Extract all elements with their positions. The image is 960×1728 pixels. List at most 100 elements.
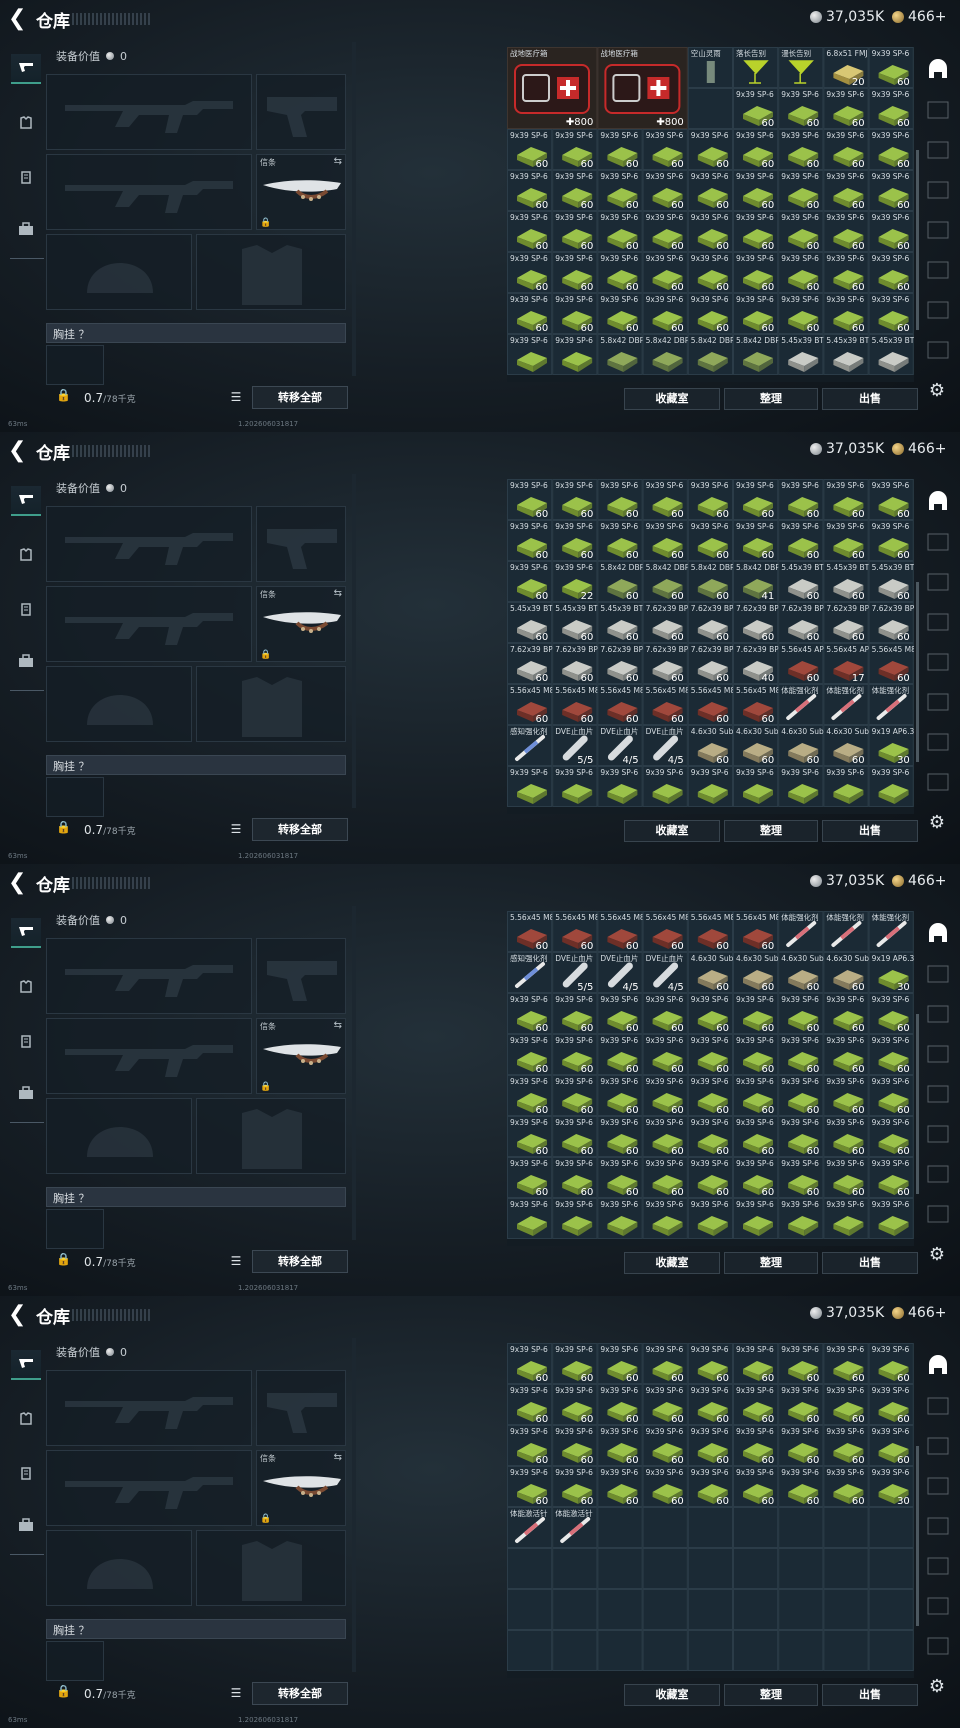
- chest-rig-slot[interactable]: [46, 777, 104, 817]
- stash-item[interactable]: DVE止血片 4/5: [642, 725, 688, 767]
- stash-item[interactable]: 9x39 SP-6 60: [552, 129, 598, 171]
- stash-item[interactable]: 9x39 SP-6: [778, 766, 824, 807]
- lock-icon[interactable]: 🔒: [56, 1684, 71, 1698]
- stash-item[interactable]: 9x39 SP-6: [642, 766, 688, 807]
- filter-tab-icon[interactable]: [924, 1200, 952, 1228]
- stash-item[interactable]: 7.62x39 BP 60: [687, 602, 734, 644]
- empty-slot[interactable]: [823, 1507, 869, 1548]
- empty-slot[interactable]: [687, 1548, 734, 1589]
- stash-item[interactable]: 9x39 SP-6 60: [778, 293, 824, 335]
- sidearm-slot[interactable]: [256, 506, 346, 582]
- stash-item[interactable]: 体能强化剂: [778, 684, 824, 725]
- stash-item[interactable]: 9x39 SP-6 60: [507, 1466, 553, 1508]
- helmet-tab-icon[interactable]: [924, 920, 952, 948]
- stash-item[interactable]: 9x39 SP-6: [868, 766, 914, 807]
- stash-item[interactable]: 9x39 SP-6: [597, 766, 643, 807]
- stash-item[interactable]: 9x39 SP-6 60: [733, 1466, 779, 1508]
- stash-item[interactable]: 9x39 SP-6 60: [687, 1425, 734, 1467]
- stash-item[interactable]: 9x39 SP-6 60: [733, 1384, 779, 1426]
- stash-grid-canvas[interactable]: 9x39 SP-6609x39 SP-6609x39 SP-6609x39 SP…: [507, 1343, 914, 1678]
- stash-item[interactable]: 9x39 SP-6 60: [823, 993, 869, 1035]
- lock-icon[interactable]: 🔒: [56, 388, 71, 402]
- stash-item[interactable]: 9x39 SP-6: [868, 1198, 914, 1239]
- empty-slot[interactable]: [733, 1630, 779, 1671]
- stash-item[interactable]: 9x39 SP-6 60: [778, 1157, 824, 1199]
- empty-slot[interactable]: [868, 1630, 914, 1671]
- transfer-all-button[interactable]: 转移全部: [252, 818, 348, 841]
- helmet-tab-icon[interactable]: [924, 1352, 952, 1380]
- armor-icon[interactable]: [11, 1404, 41, 1434]
- stash-item[interactable]: DVE止血片 5/5: [552, 952, 598, 994]
- stash-item[interactable]: 9x39 SP-6 60: [687, 293, 734, 335]
- stash-item[interactable]: 9x39 SP-6 60: [733, 1343, 779, 1385]
- stash-item[interactable]: 9x39 SP-6 60: [642, 129, 688, 171]
- gold-currency[interactable]: 466+: [892, 873, 946, 889]
- stash-item[interactable]: 9x39 SP-6 60: [552, 1466, 598, 1508]
- stash-item[interactable]: 9x39 SP-6 60: [507, 479, 553, 521]
- stash-item[interactable]: 7.62x39 BP 60: [687, 643, 734, 685]
- empty-slot[interactable]: [778, 1507, 824, 1548]
- stash-item[interactable]: 体能激活针: [507, 1507, 553, 1548]
- filter-tab-icon[interactable]: [924, 608, 952, 636]
- stash-item[interactable]: 9x39 SP-6 60: [507, 561, 553, 603]
- primary-weapon-slot[interactable]: [46, 1370, 252, 1446]
- stash-item[interactable]: 落长告别: [733, 47, 779, 88]
- stash-item[interactable]: 9x39 SP-6 60: [778, 211, 824, 253]
- stash-item[interactable]: 9x39 SP-6 60: [642, 1116, 688, 1158]
- stash-item[interactable]: 9x39 SP-6 60: [823, 211, 869, 253]
- list-view-icon[interactable]: ☰: [226, 1251, 246, 1271]
- loadout-scrollbar[interactable]: [352, 1338, 356, 1672]
- stash-scrollbar[interactable]: [916, 1014, 919, 1194]
- stash-item[interactable]: 9x39 SP-6 60: [868, 1157, 914, 1199]
- stash-item[interactable]: 9x39 SP-6 60: [687, 211, 734, 253]
- filter-tab-icon[interactable]: [924, 176, 952, 204]
- filter-tab-icon[interactable]: [924, 216, 952, 244]
- stash-item[interactable]: 9x39 SP-6 60: [507, 1116, 553, 1158]
- stash-item[interactable]: 9x39 SP-6: [552, 334, 598, 375]
- stash-item[interactable]: 9x39 SP-6 60: [597, 170, 643, 212]
- backpack-icon[interactable]: [11, 646, 41, 676]
- primary-weapon-slot[interactable]: [46, 938, 252, 1014]
- empty-slot[interactable]: [733, 1548, 779, 1589]
- secondary-weapon-slot[interactable]: [46, 586, 252, 662]
- stash-item[interactable]: 9x39 SP-6 60: [642, 170, 688, 212]
- stash-item[interactable]: 5.56x45 AP 17: [823, 643, 870, 685]
- rig-icon[interactable]: [11, 1458, 41, 1488]
- stash-item[interactable]: 9x39 SP-6: [733, 1198, 779, 1239]
- stash-item[interactable]: 9x39 SP-6 60: [733, 211, 779, 253]
- stash-item[interactable]: 9x39 SP-6 60: [823, 88, 869, 130]
- stash-item[interactable]: 9x39 SP-6 60: [868, 1034, 914, 1076]
- filter-tab-icon[interactable]: [924, 136, 952, 164]
- stash-item[interactable]: 9x39 SP-6 60: [642, 1034, 688, 1076]
- stash-item[interactable]: 9x39 SP-6 60: [597, 1425, 643, 1467]
- stash-item[interactable]: 9x39 SP-6: [507, 766, 553, 807]
- stash-item[interactable]: 9x39 SP-6 60: [868, 47, 914, 89]
- stash-item[interactable]: 9x39 SP-6 60: [733, 479, 779, 521]
- stash-item[interactable]: 体能强化剂: [823, 684, 869, 725]
- empty-slot[interactable]: [687, 88, 734, 129]
- stash-item[interactable]: 9x39 SP-6 60: [868, 1343, 914, 1385]
- empty-slot[interactable]: [868, 1507, 914, 1548]
- rig-icon[interactable]: [11, 594, 41, 624]
- empty-slot[interactable]: [507, 1630, 553, 1671]
- stash-item[interactable]: 9x39 SP-6 60: [507, 1425, 553, 1467]
- back-arrow-icon[interactable]: ❮: [8, 872, 30, 894]
- empty-slot[interactable]: [642, 1630, 688, 1671]
- stash-item[interactable]: 9x39 SP-6 60: [823, 520, 869, 562]
- stash-item[interactable]: 9x39 SP-6 60: [778, 1466, 824, 1508]
- organize-button[interactable]: 整理: [724, 1252, 818, 1274]
- list-view-icon[interactable]: ☰: [226, 819, 246, 839]
- stash-item[interactable]: 9x39 SP-6 60: [507, 1384, 553, 1426]
- stash-item[interactable]: 9x39 SP-6 60: [552, 1116, 598, 1158]
- silver-currency[interactable]: 37,035K: [810, 873, 884, 889]
- stash-item[interactable]: 9x39 SP-6: [642, 1198, 688, 1239]
- stash-scrollbar[interactable]: [916, 150, 919, 330]
- backpack-icon[interactable]: [11, 1078, 41, 1108]
- stash-item[interactable]: 9x39 SP-6 60: [733, 1425, 779, 1467]
- melee-slot[interactable]: 信条 ⇆ 🔒: [256, 1018, 346, 1094]
- rig-icon[interactable]: [11, 1026, 41, 1056]
- helmet-slot[interactable]: [46, 234, 192, 310]
- pistol-icon[interactable]: [11, 486, 41, 516]
- stash-item[interactable]: 7.62x39 BP 60: [778, 602, 825, 644]
- stash-item[interactable]: 9x39 SP-6 60: [597, 1384, 643, 1426]
